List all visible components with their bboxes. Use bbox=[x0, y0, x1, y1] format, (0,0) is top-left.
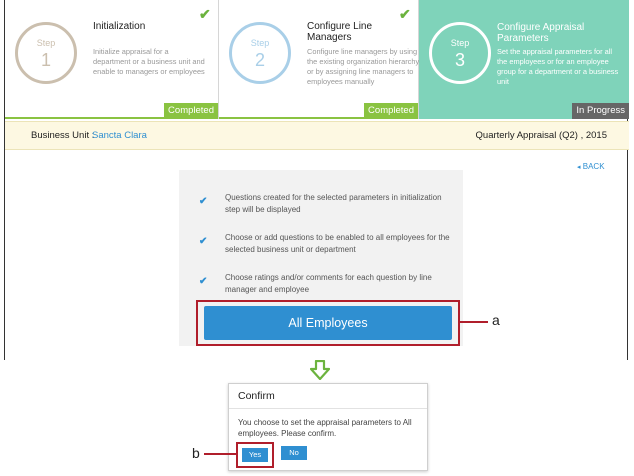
callout-a-line bbox=[460, 321, 488, 323]
step-2-description: Configure line managers by using the exi… bbox=[307, 47, 420, 86]
callout-b-line bbox=[204, 453, 236, 455]
tick-icon: ✔ bbox=[199, 196, 208, 207]
info-item-text: Choose ratings and/or comments for each … bbox=[225, 273, 432, 294]
step-wizard: Step 1 Initialization Initialize apprais… bbox=[5, 0, 629, 119]
step-2-status-badge: Completed bbox=[364, 103, 418, 119]
callout-b-highlight: Yes bbox=[236, 442, 274, 468]
step-1-number: 1 bbox=[40, 50, 51, 70]
no-button[interactable]: No bbox=[281, 446, 307, 460]
step-1-label: Step bbox=[36, 38, 56, 48]
step-2-title: Configure Line Managers bbox=[307, 21, 373, 43]
dialog-message: You choose to set the appraisal paramete… bbox=[238, 418, 412, 438]
check-icon: ✔ bbox=[199, 6, 211, 22]
step-3-status-badge: In Progress bbox=[572, 103, 629, 119]
step-1[interactable]: Step 1 Initialization Initialize apprais… bbox=[5, 0, 219, 119]
info-item-text: Choose or add questions to be enabled to… bbox=[225, 233, 450, 254]
back-arrow-icon: ◂ bbox=[577, 164, 581, 171]
down-arrow-icon bbox=[310, 360, 330, 380]
step-2-circle: Step 2 bbox=[229, 22, 291, 84]
step-3-circle: Step 3 bbox=[429, 22, 491, 84]
callout-a-highlight: All Employees bbox=[196, 300, 460, 346]
back-link[interactable]: ◂ BACK bbox=[577, 162, 605, 171]
confirm-dialog: Confirm You choose to set the appraisal … bbox=[228, 383, 428, 471]
callout-a-label: a bbox=[492, 312, 500, 328]
check-icon: ✔ bbox=[399, 6, 411, 22]
tick-icon: ✔ bbox=[199, 276, 208, 287]
step-3-description: Set the appraisal parameters for all the… bbox=[497, 47, 619, 86]
business-unit-link[interactable]: Sancta Clara bbox=[92, 130, 147, 141]
step-1-circle: Step 1 bbox=[15, 22, 77, 84]
info-item-text: Questions created for the selected param… bbox=[225, 193, 442, 214]
step-1-description: Initialize appraisal for a department or… bbox=[93, 47, 205, 76]
page: Step 1 Initialization Initialize apprais… bbox=[0, 0, 634, 476]
step-3[interactable]: Step 3 Configure Appraisal Parameters Se… bbox=[419, 0, 629, 119]
all-employees-button[interactable]: All Employees bbox=[204, 306, 452, 340]
step-3-label: Step bbox=[450, 38, 470, 48]
step-3-title: Configure Appraisal Parameters bbox=[497, 22, 585, 44]
tick-icon: ✔ bbox=[199, 236, 208, 247]
dialog-title: Confirm bbox=[229, 384, 427, 409]
yes-button[interactable]: Yes bbox=[242, 448, 268, 462]
business-unit-bar: Business Unit : Sancta Clara Quarterly A… bbox=[5, 121, 629, 150]
back-label: BACK bbox=[582, 162, 605, 171]
appraisal-period: Quarterly Appraisal (Q2) , 2015 bbox=[475, 130, 607, 141]
step-3-number: 3 bbox=[454, 50, 465, 70]
callout-b-label: b bbox=[192, 445, 200, 461]
step-2-number: 2 bbox=[254, 50, 265, 70]
step-1-title: Initialization bbox=[93, 21, 146, 32]
step-2[interactable]: Step 2 Configure Line Managers Configure… bbox=[219, 0, 419, 119]
step-2-label: Step bbox=[250, 38, 270, 48]
step-1-status-badge: Completed bbox=[164, 103, 218, 119]
business-unit-label: Business Unit : bbox=[31, 130, 95, 141]
